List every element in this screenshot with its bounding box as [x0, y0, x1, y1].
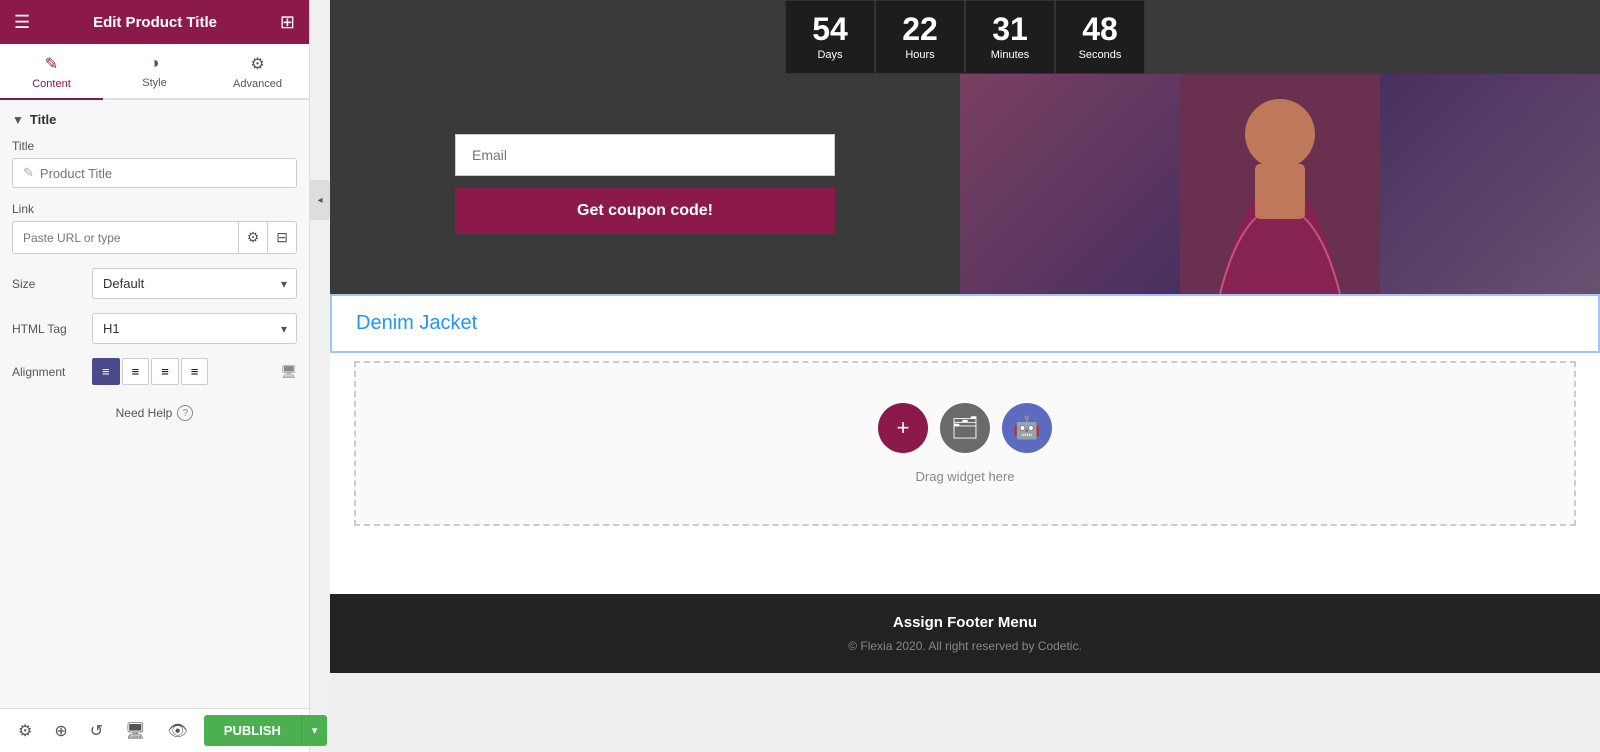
email-input[interactable]	[455, 134, 835, 176]
size-select-wrapper: Default Small Medium Large	[92, 268, 297, 299]
advanced-tab-label: Advanced	[233, 78, 282, 90]
help-icon[interactable]: ?	[177, 405, 193, 421]
panel-body: ▼ Title Title ✎ Link ⚙ ⊟	[0, 100, 309, 708]
publish-button-group: PUBLISH ▾	[204, 715, 328, 746]
countdown-minutes-number: 31	[986, 13, 1034, 45]
folder-widget-button[interactable]: 🗂	[940, 403, 990, 453]
content-tab-label: Content	[32, 78, 71, 90]
add-widget-button[interactable]: +	[878, 403, 928, 453]
alignment-field-label: Alignment	[12, 365, 82, 379]
title-input-wrapper: ✎	[12, 158, 297, 188]
bottom-bar: ⚙ ⊕ ↺ 🖥 👁 PUBLISH ▾	[0, 708, 309, 752]
publish-dropdown-button[interactable]: ▾	[301, 715, 328, 746]
panel-collapse-button[interactable]: ◂	[310, 180, 330, 220]
countdown-days: 54 Days	[785, 0, 875, 74]
countdown-hours-label: Hours	[896, 49, 944, 61]
link-field-group: Link ⚙ ⊟	[12, 202, 297, 254]
main-content: 54 Days 22 Hours 31 Minutes 48 Seconds	[330, 0, 1600, 752]
left-panel: ☰ Edit Product Title ⊞ ✎ Content ◑ Style…	[0, 0, 310, 752]
countdown-days-number: 54	[806, 13, 854, 45]
woman-image-placeholder	[960, 74, 1600, 294]
tab-style[interactable]: ◑ Style	[103, 44, 206, 98]
drag-widget-icons: + 🗂 🤖	[878, 403, 1052, 453]
align-left-button[interactable]: ≡	[92, 358, 120, 385]
panel-header: ☰ Edit Product Title ⊞	[0, 0, 309, 44]
promo-section: 54 Days 22 Hours 31 Minutes 48 Seconds	[330, 0, 1600, 294]
drag-widget-section: + 🗂 🤖 Drag widget here	[354, 361, 1576, 526]
style-tab-icon: ◑	[150, 55, 160, 73]
need-help-text: Need Help	[116, 406, 173, 420]
alignment-buttons: ≡ ≡ ≡ ≡	[92, 358, 266, 385]
footer-menu-title: Assign Footer Menu	[350, 614, 1580, 631]
url-input[interactable]	[13, 224, 238, 252]
tab-advanced[interactable]: ⚙ Advanced	[206, 44, 309, 98]
style-tab-label: Style	[142, 77, 166, 89]
link-field-label: Link	[12, 202, 297, 216]
advanced-tab-icon: ⚙	[250, 54, 264, 74]
need-help-row: Need Help ?	[12, 405, 297, 421]
countdown-hours: 22 Hours	[875, 0, 965, 74]
layers-icon[interactable]: ⊕	[48, 715, 73, 747]
countdown-days-label: Days	[806, 49, 854, 61]
woman-image-area	[960, 74, 1600, 294]
settings-icon[interactable]: ⚙	[12, 715, 38, 747]
chevron-down-icon[interactable]: ▼	[12, 113, 24, 127]
countdown-seconds: 48 Seconds	[1055, 0, 1145, 74]
countdown-seconds-label: Seconds	[1076, 49, 1124, 61]
bot-widget-button[interactable]: 🤖	[1002, 403, 1052, 453]
email-form-area: Get coupon code!	[330, 74, 960, 294]
countdown-row: 54 Days 22 Hours 31 Minutes 48 Seconds	[765, 0, 1165, 74]
size-field-group: Size Default Small Medium Large	[12, 268, 297, 299]
title-field-label: Title	[12, 139, 297, 153]
footer-copyright: © Flexia 2020. All right reserved by Cod…	[350, 639, 1580, 653]
product-title-text: Denim Jacket	[356, 312, 477, 334]
hamburger-icon[interactable]: ☰	[14, 12, 30, 33]
html-tag-select-wrapper: H1 H2 H3 H4 H5 H6 p div	[92, 313, 297, 344]
drag-widget-label: Drag widget here	[916, 469, 1015, 484]
url-input-row: ⚙ ⊟	[12, 221, 297, 254]
canvas-area: 54 Days 22 Hours 31 Minutes 48 Seconds	[330, 0, 1600, 752]
align-right-button[interactable]: ≡	[151, 358, 179, 385]
html-tag-select[interactable]: H1 H2 H3 H4 H5 H6 p div	[92, 313, 297, 344]
size-field-label: Size	[12, 277, 82, 291]
tab-content[interactable]: ✎ Content	[0, 44, 103, 100]
eye-icon[interactable]: 👁	[161, 715, 193, 747]
countdown-minutes-label: Minutes	[986, 49, 1034, 61]
align-center-button[interactable]: ≡	[122, 358, 150, 385]
history-icon[interactable]: ↺	[84, 715, 109, 747]
alignment-field-group: Alignment ≡ ≡ ≡ ≡ 🖥	[12, 358, 297, 385]
responsive-icon[interactable]: 🖥	[280, 364, 297, 380]
publish-button[interactable]: PUBLISH	[204, 715, 301, 746]
countdown-minutes: 31 Minutes	[965, 0, 1055, 74]
html-tag-field-label: HTML Tag	[12, 322, 82, 336]
page-footer: Assign Footer Menu © Flexia 2020. All ri…	[330, 594, 1600, 673]
content-tab-icon: ✎	[45, 54, 58, 74]
product-title-section[interactable]: Denim Jacket	[330, 294, 1600, 353]
pen-icon: ✎	[23, 165, 34, 181]
url-clear-button[interactable]: ⊟	[267, 222, 296, 253]
countdown-hours-number: 22	[896, 13, 944, 45]
section-title: Title	[30, 112, 57, 127]
grid-icon[interactable]: ⊞	[280, 12, 295, 33]
content-white-area: Denim Jacket + 🗂 🤖 Drag widget here	[330, 294, 1600, 594]
coupon-button[interactable]: Get coupon code!	[455, 188, 835, 234]
countdown-seconds-number: 48	[1076, 13, 1124, 45]
align-justify-button[interactable]: ≡	[181, 358, 209, 385]
size-select[interactable]: Default Small Medium Large	[92, 268, 297, 299]
title-input[interactable]	[40, 166, 286, 181]
responsive-icon[interactable]: 🖥	[119, 715, 151, 747]
panel-title: Edit Product Title	[93, 14, 217, 31]
panel-tabs: ✎ Content ◑ Style ⚙ Advanced	[0, 44, 309, 100]
woman-svg	[1180, 74, 1380, 294]
title-field-group: Title ✎	[12, 139, 297, 188]
split-promo-area: Get coupon code!	[330, 74, 1600, 294]
section-title-row: ▼ Title	[12, 112, 297, 127]
url-settings-button[interactable]: ⚙	[238, 222, 268, 253]
html-tag-field-group: HTML Tag H1 H2 H3 H4 H5 H6 p div	[12, 313, 297, 344]
